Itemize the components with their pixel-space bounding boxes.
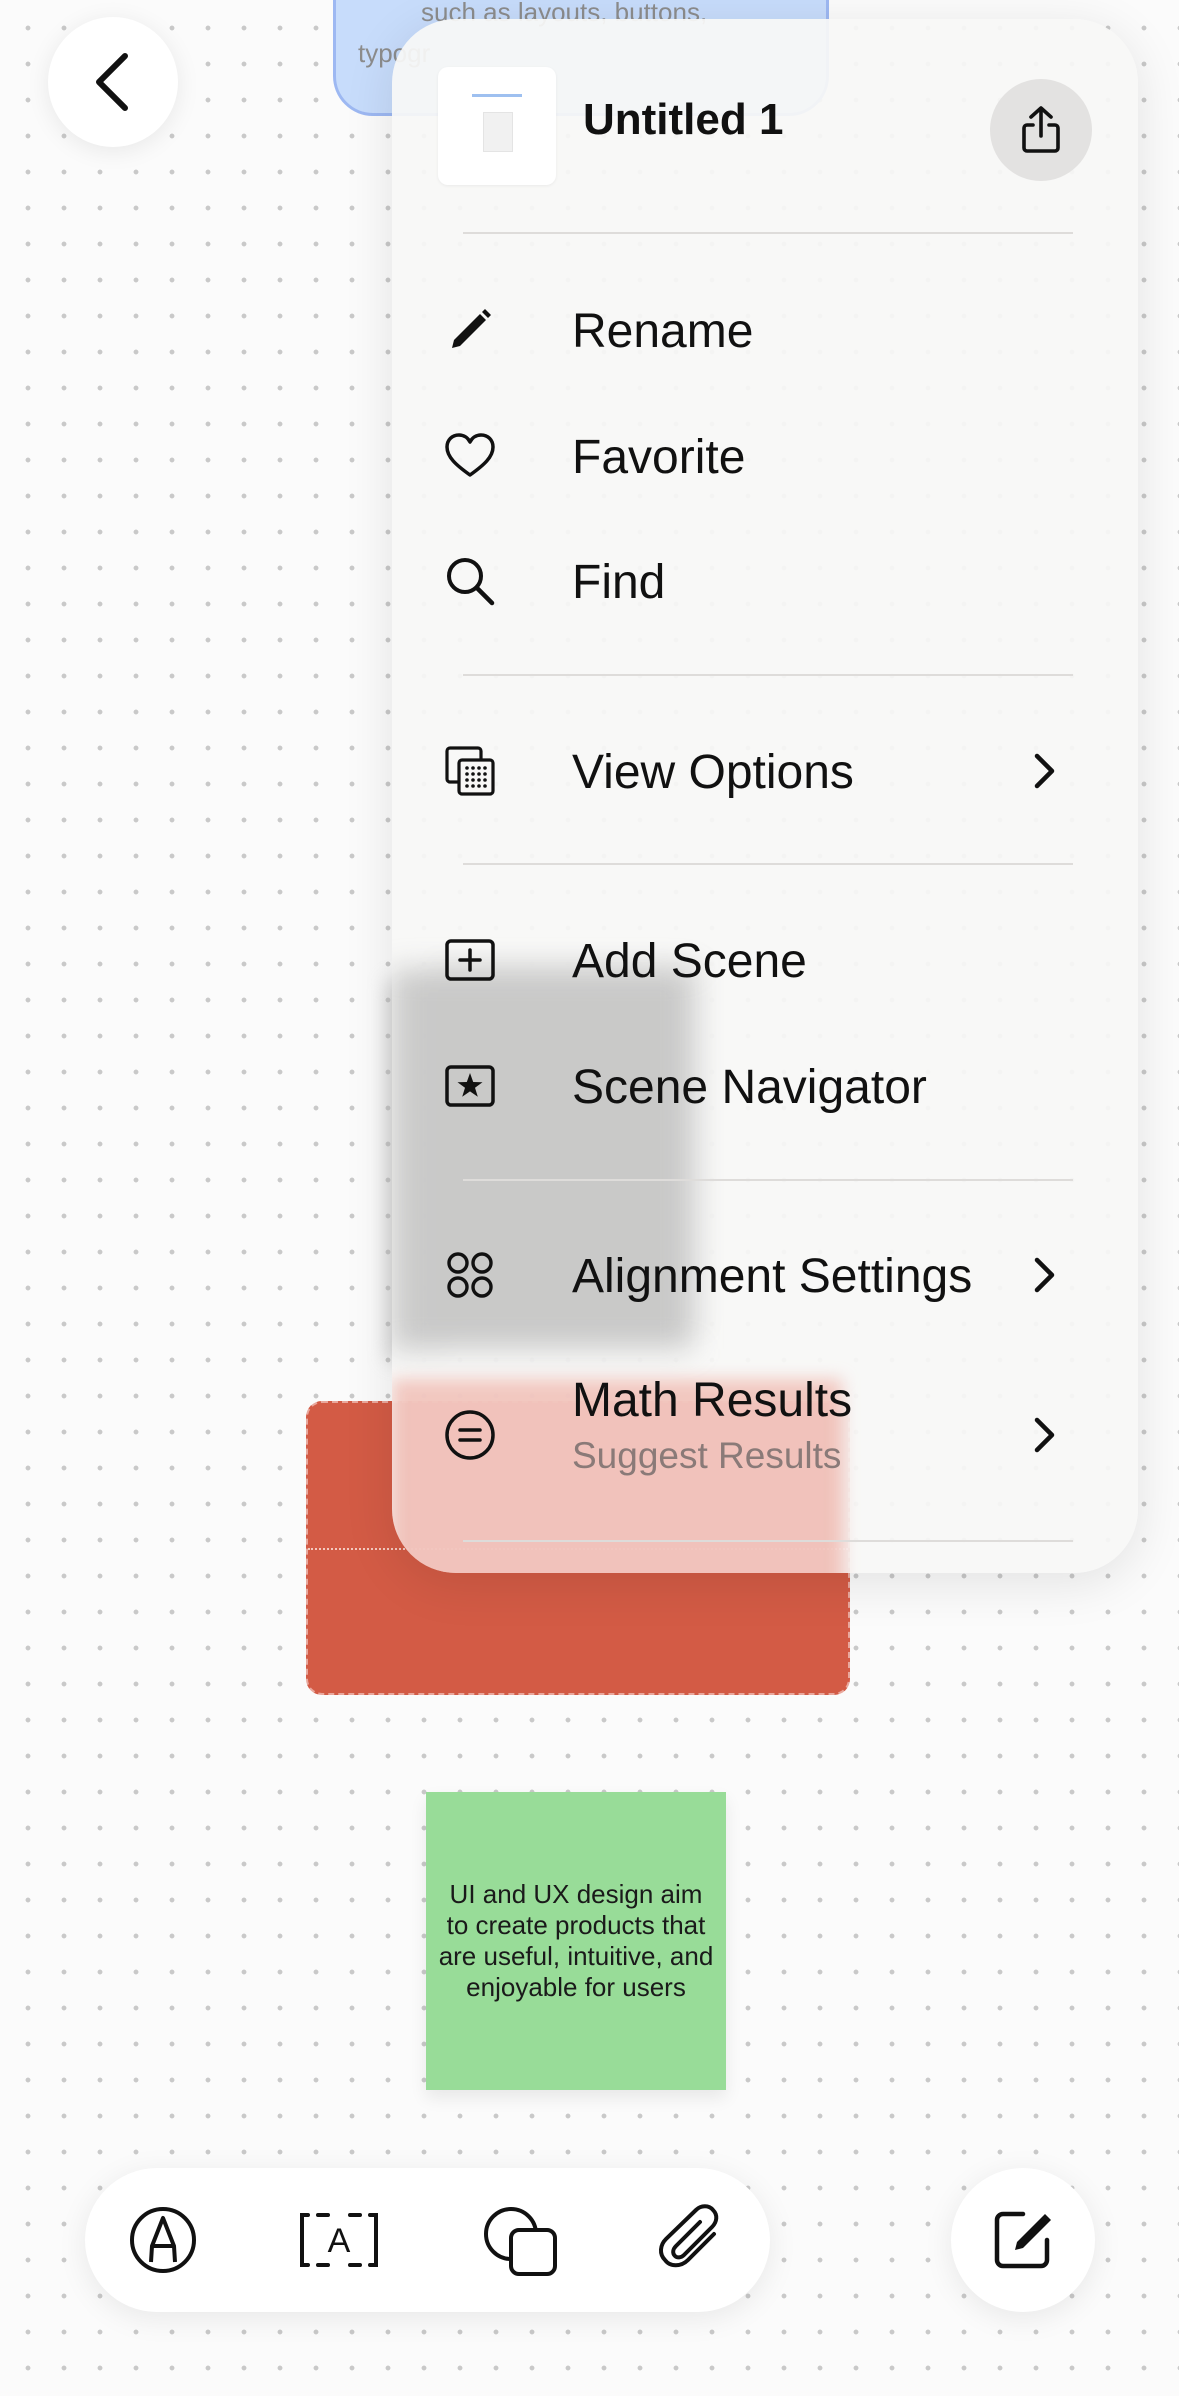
magnifier-icon [442,553,498,609]
menu-item-favorite[interactable]: Favorite [392,400,1138,510]
shapes-icon [484,2207,557,2276]
menu-item-label: Alignment Settings [572,1250,973,1303]
scene-navigator-icon [442,1058,498,1114]
pencil-icon [442,302,498,358]
menu-item-view-options[interactable]: View Options [392,715,1138,825]
menu-divider [463,863,1073,865]
menu-item-label: Add Scene [572,935,807,988]
text-box-glyph: A [328,2222,351,2260]
pen-tool-button[interactable] [127,2204,199,2276]
view-options-icon [442,743,498,799]
menu-item-label: View Options [572,746,854,799]
menu-item-label: Favorite [572,431,746,484]
heart-icon [442,428,498,484]
menu-item-label: Scene Navigator [572,1061,927,1114]
document-thumbnail [438,67,556,185]
compose-button[interactable] [951,2168,1095,2312]
add-scene-icon [442,932,498,988]
attach-button[interactable] [656,2204,728,2276]
back-button[interactable] [48,17,178,147]
paperclip-icon [659,2204,719,2268]
menu-item-alignment-settings[interactable]: Alignment Settings [392,1219,1138,1329]
compose-icon [994,2211,1051,2269]
share-icon [1022,106,1060,153]
menu-divider [463,1179,1073,1181]
chevron-right-icon [1032,1255,1058,1300]
document-menu: Untitled 1 Rename Favorite Find View Opt… [392,19,1138,1573]
menu-divider [463,674,1073,676]
tools-toolbar: A [85,2168,770,2312]
menu-item-rename[interactable]: Rename [392,274,1138,384]
menu-divider [463,232,1073,234]
menu-divider [463,1540,1073,1542]
menu-item-label: Find [572,556,666,609]
green-note-text: UI and UX design aim to create products … [438,1879,714,2002]
menu-item-scene-navigator[interactable]: Scene Navigator [392,1030,1138,1140]
menu-item-add-scene[interactable]: Add Scene [392,904,1138,1014]
pen-tool-icon [130,2207,196,2273]
share-button[interactable] [990,79,1092,181]
shapes-button[interactable] [481,2204,561,2280]
chevron-right-icon [1032,751,1058,796]
menu-item-sublabel: Suggest Results [572,1435,842,1476]
document-title: Untitled 1 [583,95,784,144]
chevron-right-icon [1032,1415,1058,1460]
alignment-icon [442,1247,498,1303]
thumbnail-page [483,112,513,152]
text-box-button[interactable]: A [298,2204,380,2276]
menu-item-label: Math Results [572,1374,853,1427]
menu-item-math-results[interactable]: Math Results Suggest Results [392,1369,1138,1529]
menu-item-find[interactable]: Find [392,525,1138,635]
menu-item-label: Rename [572,305,754,358]
green-sticky-note[interactable]: UI and UX design aim to create products … [426,1792,726,2090]
thumbnail-header-bar [472,94,522,97]
text-box-icon: A [300,2213,378,2267]
equals-circle-icon [442,1407,498,1463]
chevron-left-icon [96,53,128,111]
